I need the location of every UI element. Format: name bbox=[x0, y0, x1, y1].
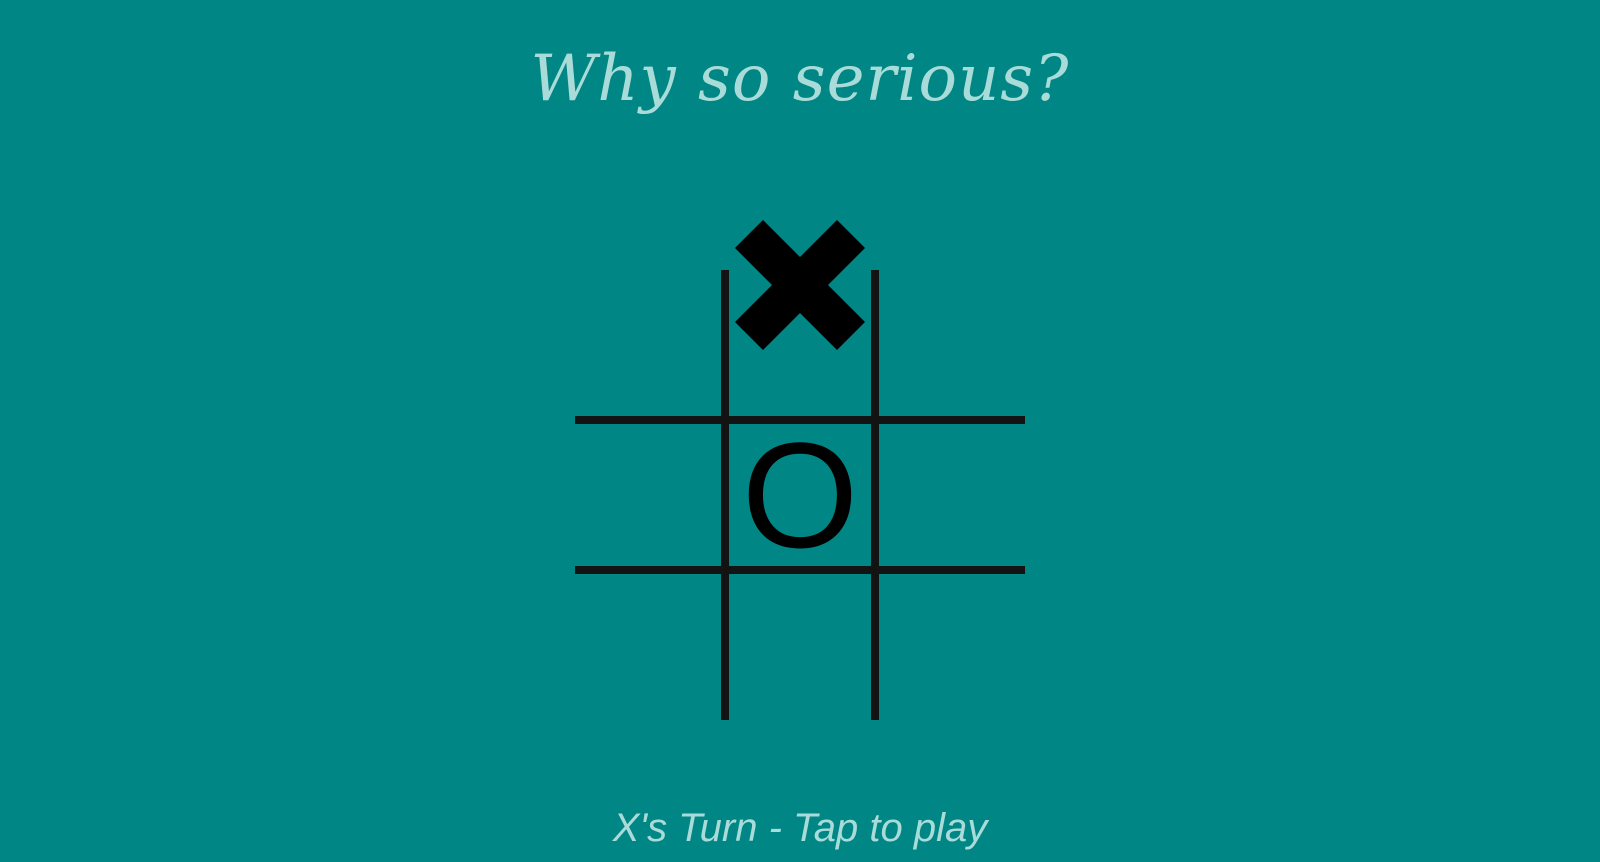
page-title: Why so serious? bbox=[530, 42, 1070, 116]
board-cell-2[interactable] bbox=[725, 220, 875, 420]
board-cell-3[interactable] bbox=[875, 270, 1025, 420]
board-cell-4[interactable] bbox=[575, 420, 725, 570]
board-cell-7[interactable] bbox=[575, 570, 725, 720]
tic-tac-toe-board: O bbox=[575, 220, 1025, 720]
game-screen: Why so serious? O X's Turn - Tap to play bbox=[0, 0, 1600, 862]
o-mark: O bbox=[741, 411, 859, 579]
board-cell-8[interactable] bbox=[725, 570, 875, 720]
board-cell-6[interactable] bbox=[875, 420, 1025, 570]
board-cell-9[interactable] bbox=[875, 570, 1025, 720]
x-mark-icon bbox=[735, 220, 865, 350]
board-cell-1[interactable] bbox=[575, 270, 725, 420]
turn-status[interactable]: X's Turn - Tap to play bbox=[0, 800, 1600, 856]
board-cell-5[interactable]: O bbox=[725, 420, 875, 570]
